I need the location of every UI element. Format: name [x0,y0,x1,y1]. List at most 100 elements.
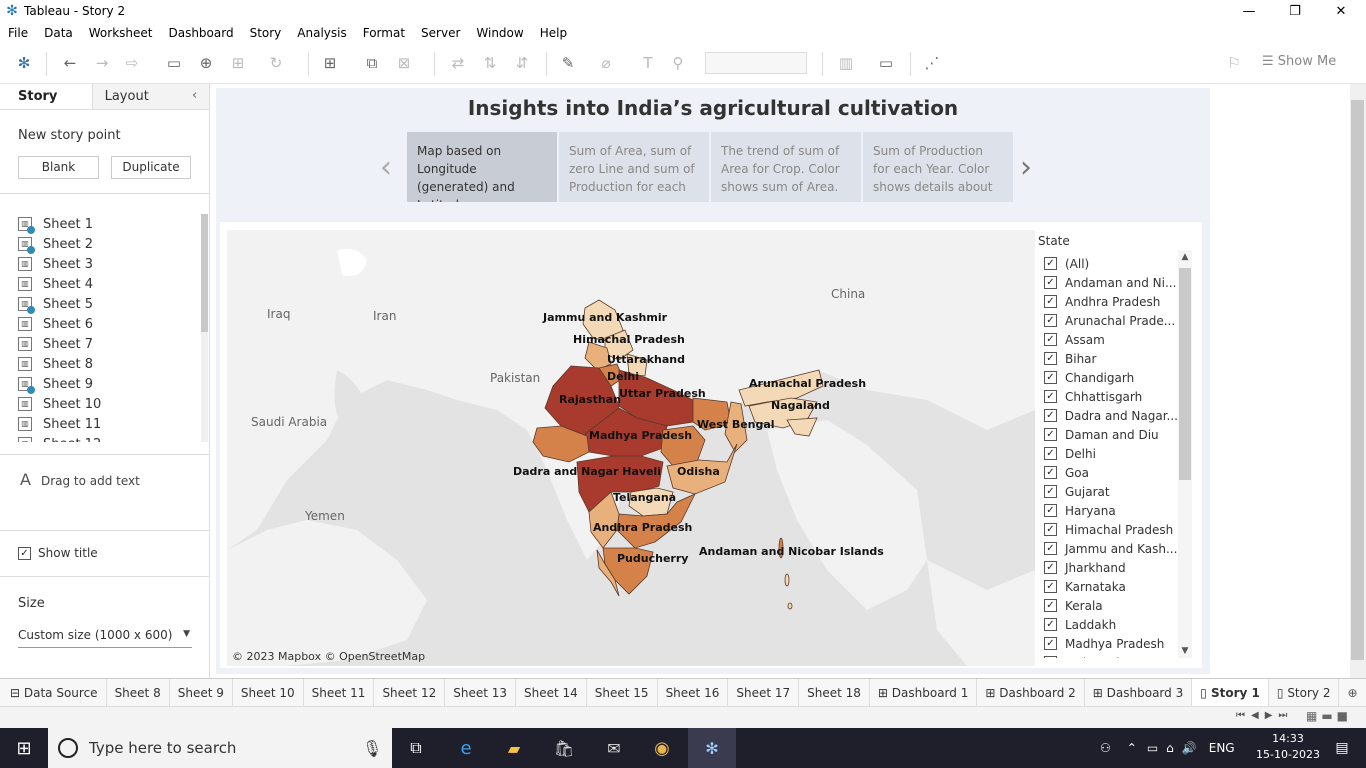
clear-sheet-icon[interactable]: ⊠ [394,53,414,73]
pause-updates-icon[interactable]: ⊞ [228,53,248,73]
sheet-tab[interactable]: Sheet 10 [233,678,304,707]
sheet-list-item[interactable]: ▥ Sheet 11 [18,414,200,434]
india-map[interactable]: China Iraq Iran Pakistan Saudi Arabia Ye… [227,230,1035,666]
tab-story[interactable]: Story [0,84,92,109]
sort-descending-icon[interactable]: ⇵ [512,53,532,73]
state-filter-item[interactable]: ✓ Karnataka [1038,577,1178,596]
checkbox-checked-icon[interactable]: ✓ [1044,333,1057,346]
sheet-tab[interactable]: Sheet 14 [516,678,587,707]
checkbox-checked-icon[interactable]: ✓ [1044,599,1057,612]
state-filter-item[interactable]: ✓ Kerala [1038,596,1178,615]
sheet-list-item[interactable]: ▥ Sheet 1 [18,214,200,234]
state-filter-item[interactable]: ✓ Arunachal Prade... [1038,311,1178,330]
menu-analysis[interactable]: Analysis [289,26,354,40]
checkbox-checked-icon[interactable]: ✓ [1044,314,1057,327]
group-icon[interactable]: ⌀ [596,53,616,73]
tray-chevron-icon[interactable]: ⌃ [1127,741,1137,755]
collapse-pane-icon[interactable]: ‹ [192,88,197,103]
sheet-list-item[interactable]: ▥ Sheet 6 [18,314,200,334]
chrome-icon[interactable]: ◉ [644,728,680,768]
undo-icon[interactable]: ← [60,53,80,73]
taskbar-search[interactable]: Type here to search 🎙 [48,728,392,768]
sheet-list-item[interactable]: ▥ Sheet 12 [18,434,200,442]
story-point-2[interactable]: Sum of Area, sum of zero Line and sum of… [559,132,709,202]
next-story-point-icon[interactable]: › [1020,150,1032,185]
checkbox-checked-icon[interactable]: ✓ [1044,561,1057,574]
checkbox-checked-icon[interactable]: ✓ [1044,352,1057,365]
sheet-tab[interactable]: Sheet 12 [374,678,446,707]
windows-start-icon[interactable]: ⊞ [0,728,48,768]
people-icon[interactable]: ⚇ [1100,741,1111,755]
checkbox-checked-icon[interactable]: ✓ [1044,390,1057,403]
new-worksheet-tab-icon[interactable]: ⊕ [1339,679,1365,707]
checkbox-checked-icon[interactable]: ✓ [1044,485,1057,498]
sheet-tab[interactable]: ⊞ Dashboard 3 [1085,678,1193,707]
highlight-icon[interactable]: ✎ [558,53,578,73]
menu-worksheet[interactable]: Worksheet [81,26,161,40]
sheet-list-item[interactable]: ▥ Sheet 8 [18,354,200,374]
state-filter-item[interactable]: ✓ Maharashtra [1038,653,1178,658]
checkbox-checked-icon[interactable]: ✓ [1044,447,1057,460]
edge-icon[interactable]: e [448,728,484,768]
state-filter-item[interactable]: ✓ Jammu and Kash... [1038,539,1178,558]
menu-window[interactable]: Window [468,26,531,40]
state-filter-item[interactable]: ✓ Himachal Pradesh [1038,520,1178,539]
pin-icon[interactable]: ⚲ [668,53,688,73]
network-icon[interactable]: ⌂ [1166,741,1174,755]
sheet-list-item[interactable]: ▥ Sheet 5 [18,294,200,314]
fit-dropdown[interactable] [705,52,807,74]
checkbox-checked-icon[interactable]: ✓ [1044,656,1057,658]
state-filter-item[interactable]: ✓ Assam [1038,330,1178,349]
checkbox-checked-icon[interactable]: ✓ [1044,466,1057,479]
story-scrollbar[interactable] [1350,84,1366,678]
tab-data-source[interactable]: ⊟ Data Source [0,678,107,707]
checkbox-checked-icon[interactable]: ✓ [1044,371,1057,384]
size-dropdown[interactable]: Custom size (1000 x 600) ▼ [18,628,192,648]
sheet-list-item[interactable]: ▥ Sheet 7 [18,334,200,354]
state-filter-item[interactable]: ✓ Gujarat [1038,482,1178,501]
sheet-tab[interactable]: ▯ Story 1 [1192,678,1269,707]
state-filter-item[interactable]: ✓ Madhya Pradesh [1038,634,1178,653]
scroll-up-icon[interactable]: ▲ [1178,252,1192,262]
presentation-icon[interactable]: ▭ [876,53,896,73]
scroll-down-icon[interactable]: ▼ [1178,646,1192,656]
new-data-source-icon[interactable]: ⊕ [196,53,216,73]
tableau-home-icon[interactable]: ✻ [14,53,34,73]
checkbox-checked-icon[interactable]: ✓ [1044,409,1057,422]
duplicate-sheet-icon[interactable]: ⧉ [362,53,382,73]
blank-button[interactable]: Blank [18,156,99,179]
show-title-checkbox[interactable]: ✓ Show title [18,546,98,560]
state-filter-item[interactable]: ✓ Dadra and Nagar... [1038,406,1178,425]
sheet-tab[interactable]: Sheet 15 [587,678,658,707]
state-filter-item[interactable]: ✓ Daman and Diu [1038,425,1178,444]
sheet-tab[interactable]: Sheet 18 [799,678,870,707]
checkbox-checked-icon[interactable]: ✓ [1044,618,1057,631]
sheet-tab[interactable]: ▯ Story 2 [1269,678,1340,707]
checkbox-checked-icon[interactable]: ✓ [1044,504,1057,517]
microphone-icon[interactable]: 🎙 [362,739,382,758]
redo-icon[interactable]: → [92,53,112,73]
save-icon[interactable]: ▭ [164,53,184,73]
language-indicator[interactable]: ENG [1209,741,1235,755]
sheet-list-item[interactable]: ▥ Sheet 3 [18,254,200,274]
swap-icon[interactable]: ⇄ [448,53,468,73]
menu-dashboard[interactable]: Dashboard [160,26,241,40]
sheet-tab[interactable]: ⊞ Dashboard 1 [870,678,978,707]
checkbox-checked-icon[interactable]: ✓ [1044,428,1057,441]
file-explorer-icon[interactable]: ▰ [496,728,532,768]
view-mode-icon[interactable]: ▦▬■ [1306,709,1352,723]
sheet-list-item[interactable]: ▥ Sheet 10 [18,394,200,414]
sheet-list-item[interactable]: ▥ Sheet 9 [18,374,200,394]
state-filter-item[interactable]: ✓ Haryana [1038,501,1178,520]
minimize-button[interactable]: — [1226,0,1272,22]
menu-data[interactable]: Data [36,26,81,40]
state-filter-item[interactable]: ✓ Delhi [1038,444,1178,463]
format-painter-icon[interactable]: ⚐ [1224,53,1244,73]
store-icon[interactable]: 🛍 [546,728,582,768]
show-me-button[interactable]: ☰ Show Me [1262,54,1336,69]
duplicate-button[interactable]: Duplicate [111,156,191,179]
drag-text-item[interactable]: A Drag to add text [20,470,140,489]
labels-icon[interactable]: T [638,53,658,73]
sheet-tab[interactable]: Sheet 17 [728,678,800,707]
replay-icon[interactable]: ⇨ [122,53,142,73]
